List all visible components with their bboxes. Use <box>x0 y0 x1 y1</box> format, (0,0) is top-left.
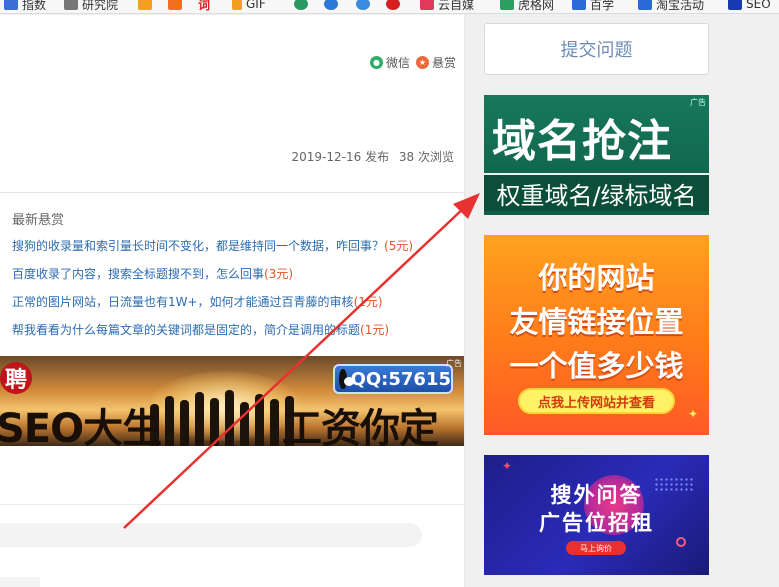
paw-icon <box>4 0 18 10</box>
bookmark-11[interactable]: 云自媒 <box>420 0 474 12</box>
sparkle-icon: ✦ <box>688 407 699 421</box>
z-icon <box>638 0 652 10</box>
bookmark-13[interactable]: 百学 <box>572 0 614 12</box>
bookmark-6[interactable]: GIF <box>232 0 266 12</box>
friend-link-ad[interactable]: 你的网站 友情链接位置 一个值多少钱 点我上传网站并查看 ✦ <box>484 235 709 435</box>
banner-left-text: SEO大生 <box>0 406 162 446</box>
bookmark-4[interactable] <box>168 0 186 12</box>
qq-penguin-icon <box>339 369 354 389</box>
share-bar: ● 微信 ★ 悬赏 <box>369 54 456 71</box>
upload-site-button[interactable]: 点我上传网站并查看 <box>518 388 675 414</box>
ad-space-rent-ad[interactable]: ✦ 搜外问答 广告位招租 马上询价 <box>484 455 709 575</box>
latest-rewards-title: 最新悬赏 <box>12 213 65 228</box>
blog-icon <box>64 0 78 10</box>
domain-ad[interactable]: 域名抢注 权重域名/绿标域名 广告 <box>484 95 709 215</box>
bookmark-7[interactable] <box>294 0 312 12</box>
reward-list: 搜狗的收录量和索引量长时间不变化，都是维持同一个数据，咋回事？(5元) 百度收录… <box>12 239 462 351</box>
emblem-icon <box>386 0 400 10</box>
ad-tag: 广告 <box>446 359 462 368</box>
wechat-icon[interactable]: ● <box>369 56 383 69</box>
divider <box>0 192 464 193</box>
z-icon <box>728 0 742 10</box>
publish-date: 2019-12-16 发布 <box>291 150 390 164</box>
bookmark-3[interactable] <box>138 0 156 12</box>
share-reward[interactable]: 悬赏 <box>432 54 456 71</box>
bookmark-2[interactable]: 研究院 <box>64 0 118 12</box>
reward-item[interactable]: 百度收录了内容，搜索全标题搜不到，怎么回事(3元) <box>12 267 462 281</box>
comment-input[interactable] <box>0 523 422 547</box>
friend-ad-line1: 你的网站 <box>538 261 655 295</box>
bookmarks-bar: 指数 研究院 词 GIF 云自媒 虎格网 百学 淘宝活动 SEO <box>0 0 779 14</box>
bookmark-12[interactable]: 虎格网 <box>500 0 554 12</box>
globe-icon <box>294 0 308 10</box>
footer-stub <box>0 577 40 587</box>
inquire-button[interactable]: 马上询价 <box>566 541 626 555</box>
friend-ad-line3: 一个值多少钱 <box>509 349 684 383</box>
bookmark-8[interactable] <box>324 0 342 12</box>
seven-icon <box>356 0 370 10</box>
seo-hiring-banner[interactable]: 聘 SEO大生 工资你定 QQ:57615 广告 <box>0 356 464 446</box>
sparkle-icon: ✦ <box>502 459 513 473</box>
rent-ad-line1: 搜外问答 <box>550 483 643 507</box>
bookmark-1[interactable]: 指数 <box>4 0 46 12</box>
bookmark-14[interactable]: 淘宝活动 <box>638 0 704 12</box>
banner-right-text: 工资你定 <box>282 406 439 446</box>
bookmark-15[interactable]: SEO <box>728 0 771 12</box>
qq-contact[interactable]: QQ:57615 <box>333 364 453 394</box>
cloud-icon <box>420 0 434 10</box>
reward-item[interactable]: 正常的图片网站，日流量也有1W+，如何才能通过百青藤的审核(1元) <box>12 295 462 309</box>
book-icon <box>572 0 586 10</box>
bookmark-9[interactable] <box>356 0 374 12</box>
tiger-icon <box>500 0 514 10</box>
share-wechat[interactable]: 微信 <box>386 54 410 71</box>
reward-item[interactable]: 搜狗的收录量和索引量长时间不变化，都是维持同一个数据，咋回事？(5元) <box>12 239 462 253</box>
reward-icon[interactable]: ★ <box>415 56 429 69</box>
ring-icon <box>676 537 686 547</box>
friend-ad-line2: 友情链接位置 <box>509 305 684 339</box>
y-icon <box>138 0 152 10</box>
rent-ad-line2: 广告位招租 <box>539 511 654 535</box>
article-meta: 2019-12-16 发布 38 次浏览 <box>286 148 454 165</box>
domain-ad-title: 域名抢注 <box>492 116 672 167</box>
ad-tag: 广告 <box>690 98 706 107</box>
hire-badge: 聘 <box>0 362 32 394</box>
page-scrollbar[interactable] <box>766 15 779 587</box>
article-panel: ● 微信 ★ 悬赏 2019-12-16 发布 38 次浏览 最新悬赏 搜狗的收… <box>0 15 465 587</box>
submit-question-button[interactable]: 提交问题 <box>484 23 709 75</box>
bookmark-10[interactable] <box>386 0 404 12</box>
reward-item[interactable]: 帮我看看为什么每篇文章的关键词都是固定的，简介是调用的标题(1元) <box>12 323 462 337</box>
bookmark-5[interactable]: 词 <box>198 0 210 12</box>
fork-icon <box>168 0 182 10</box>
search-360-icon <box>324 0 338 10</box>
view-count: 38 次浏览 <box>398 150 454 164</box>
divider <box>0 504 464 505</box>
domain-ad-subtitle: 权重域名/绿标域名 <box>484 173 709 211</box>
lightning-icon <box>232 0 242 10</box>
